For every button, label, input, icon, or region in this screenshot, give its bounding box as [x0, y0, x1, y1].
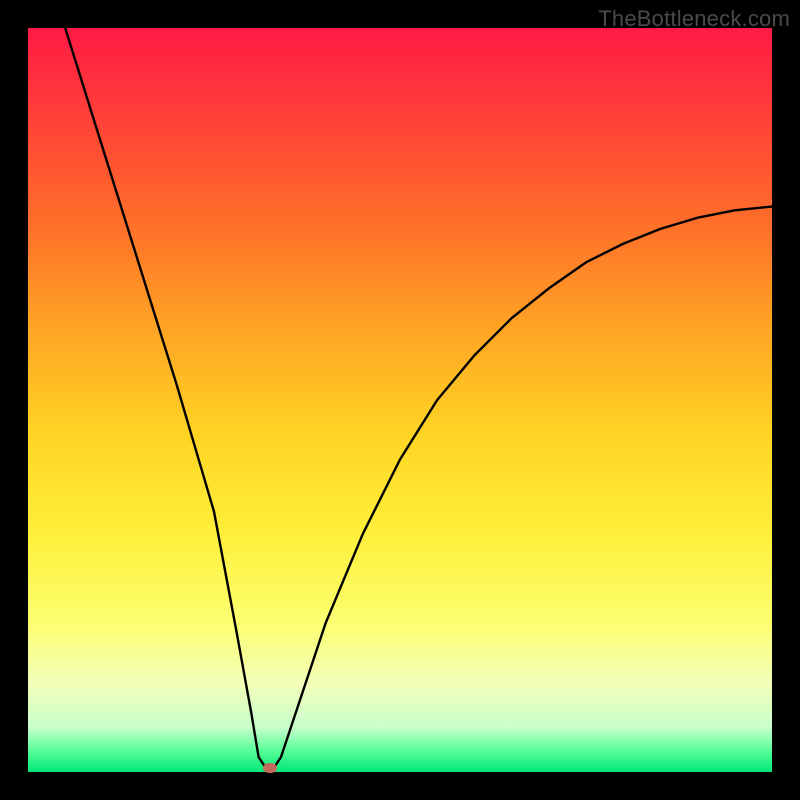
curve-layer [28, 28, 772, 772]
optimal-point-marker [263, 763, 277, 773]
plot-area [28, 28, 772, 772]
chart-frame: TheBottleneck.com [0, 0, 800, 800]
bottleneck-curve [65, 28, 772, 768]
watermark-text: TheBottleneck.com [598, 6, 790, 32]
